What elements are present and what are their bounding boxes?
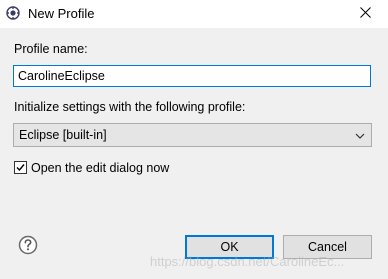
checkmark-icon	[16, 164, 25, 172]
init-settings-label: Initialize settings with the following p…	[14, 100, 246, 114]
chevron-down-icon	[355, 130, 365, 140]
open-edit-dialog-label[interactable]: Open the edit dialog now	[31, 161, 169, 175]
close-button[interactable]	[342, 0, 388, 28]
base-profile-selected-value: Eclipse [built-in]	[19, 128, 107, 142]
base-profile-select[interactable]: Eclipse [built-in]	[13, 123, 372, 147]
dialog-body: Profile name: Initialize settings with t…	[0, 28, 388, 279]
watermark-text: https://blog.csdn.net/CarolineEc...	[150, 254, 345, 269]
new-profile-dialog: New Profile Profile name: Initialize set…	[0, 0, 388, 279]
open-edit-dialog-checkbox[interactable]	[14, 161, 27, 174]
close-icon	[359, 7, 371, 21]
dialog-title: New Profile	[28, 6, 95, 21]
profile-name-label: Profile name:	[14, 42, 88, 56]
profile-name-input[interactable]	[13, 65, 371, 87]
title-bar[interactable]: New Profile	[0, 0, 388, 28]
eclipse-formatter-icon	[6, 6, 20, 20]
help-icon[interactable]	[18, 235, 38, 255]
